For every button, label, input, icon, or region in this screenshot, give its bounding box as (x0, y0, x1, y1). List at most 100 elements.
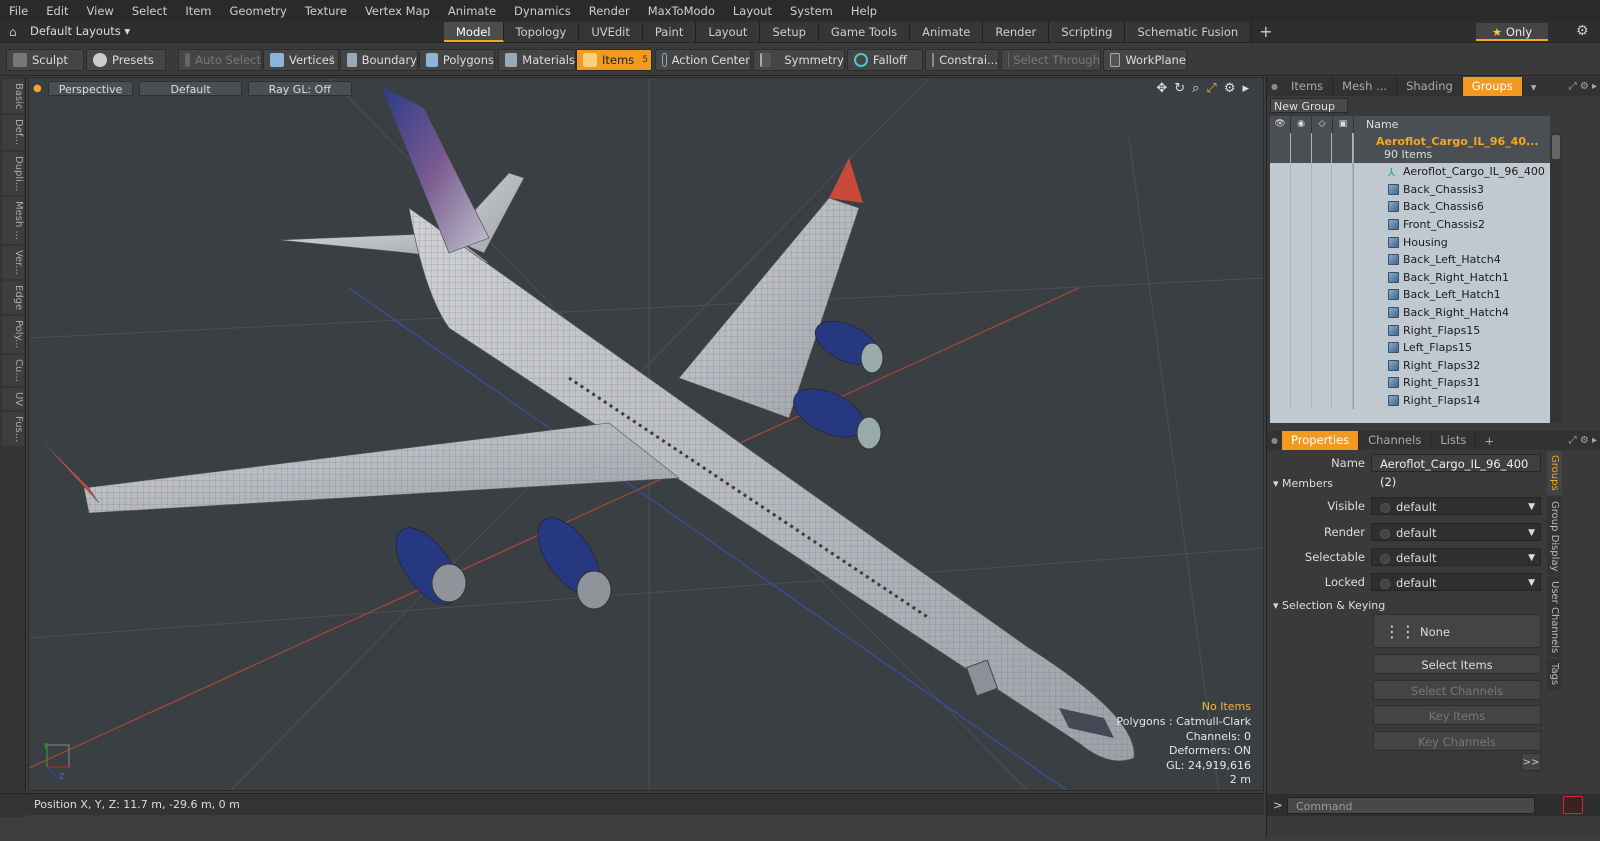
gear-icon[interactable]: ⚙ (1576, 23, 1589, 39)
shading-dropdown[interactable]: Default (139, 81, 241, 96)
side-tab-groups[interactable]: Groups (1547, 451, 1562, 495)
tree-item-row[interactable]: Front_Chassis2 (1270, 216, 1550, 234)
chevron-down-icon[interactable]: ▾ (1523, 80, 1545, 94)
none-selection-box[interactable]: ⋮⋮None (1373, 614, 1541, 648)
side-tab-tags[interactable]: Tags (1547, 659, 1562, 689)
key-items-button[interactable]: Key Items (1373, 705, 1541, 725)
selectable-dropdown[interactable]: default▼ (1371, 548, 1541, 566)
menu-item-maxtomodo[interactable]: MaxToModo (639, 4, 724, 18)
command-record-button[interactable] (1563, 796, 1583, 814)
tree-scrollbar[interactable] (1551, 133, 1561, 423)
menu-item-layout[interactable]: Layout (724, 4, 781, 18)
sculpt-button[interactable]: Sculpt (6, 49, 84, 71)
menu-item-select[interactable]: Select (123, 4, 176, 18)
left-tab-8[interactable]: UV (2, 388, 24, 410)
render-icon[interactable]: ◉ (1291, 116, 1312, 133)
tab-setup[interactable]: Setup (760, 22, 818, 42)
tree-item-row[interactable]: Back_Left_Hatch4 (1270, 251, 1550, 269)
viewport-gear-icon[interactable]: ⚙ (1224, 81, 1236, 96)
expand-button[interactable]: >> (1521, 753, 1541, 771)
visible-dropdown[interactable]: default▼ (1371, 497, 1541, 515)
polygons-button[interactable]: Polygons (419, 49, 495, 71)
workplane-button[interactable]: WorkPlane (1103, 49, 1187, 71)
menu-item-help[interactable]: Help (842, 4, 886, 18)
add-tab-icon[interactable]: + (1251, 22, 1280, 42)
items-button[interactable]: Items5 (576, 49, 652, 71)
tab-lists[interactable]: Lists (1431, 431, 1476, 450)
tree-item-row[interactable]: Back_Chassis3 (1270, 181, 1550, 199)
select-items-button[interactable]: Select Items (1373, 654, 1541, 674)
tree-item-row[interactable]: Back_Right_Hatch1 (1270, 269, 1550, 287)
tab-uvedit[interactable]: UVEdit (579, 22, 643, 42)
tab-channels[interactable]: Channels (1359, 431, 1431, 450)
presets-button[interactable]: Presets (86, 49, 166, 71)
materials-button[interactable]: Materials (498, 49, 576, 71)
raygl-toggle[interactable]: Ray GL: Off (248, 81, 352, 96)
tree-item-row[interactable]: Right_Flaps32 (1270, 357, 1550, 375)
side-tab-group-display[interactable]: Group Display (1547, 497, 1562, 575)
move-view-icon[interactable]: ✥ (1156, 81, 1167, 96)
airplane-model[interactable] (44, 86, 1134, 761)
fit-view-icon[interactable]: ⤢ (1206, 81, 1216, 96)
tree-item-row[interactable]: Right_Flaps31 (1270, 374, 1550, 392)
menu-item-system[interactable]: System (781, 4, 842, 18)
menu-item-render[interactable]: Render (580, 4, 639, 18)
tree-item-row[interactable]: Back_Left_Hatch1 (1270, 286, 1550, 304)
expand-panel-icon[interactable]: ⤢ ⚙ ▸ (1569, 435, 1600, 446)
tree-item-row[interactable]: Right_Flaps15 (1270, 321, 1550, 339)
tab-model[interactable]: Model (444, 22, 504, 42)
key-channels-button[interactable]: Key Channels (1373, 731, 1541, 751)
tree-item-row[interactable]: Left_Flaps15 (1270, 339, 1550, 357)
tree-item-row[interactable]: Back_Chassis6 (1270, 198, 1550, 216)
tab-scripting[interactable]: Scripting (1049, 22, 1125, 42)
tab-shading[interactable]: Shading (1397, 77, 1463, 96)
selection-keying-section[interactable]: ▾ Selection & Keying (1273, 599, 1385, 612)
add-tab-icon[interactable]: + (1476, 434, 1502, 448)
tab-items[interactable]: Items (1282, 77, 1333, 96)
viewport-canvas[interactable]: Y Z (29, 78, 1264, 791)
tree-item-row[interactable]: ⅄Aeroflot_Cargo_IL_96_400 (1270, 163, 1550, 181)
left-tab-1[interactable]: Def... (2, 115, 24, 149)
rotate-view-icon[interactable]: ↻ (1174, 81, 1185, 96)
tab-animate[interactable]: Animate (910, 22, 983, 42)
falloff-button[interactable]: Falloff (847, 49, 923, 71)
locked-dropdown[interactable]: default▼ (1371, 573, 1541, 591)
viewport-expand-icon[interactable]: ▸ (1242, 81, 1249, 96)
tab-layout[interactable]: Layout (696, 22, 760, 42)
3d-viewport[interactable]: Y Z ● Perspective Default Ray GL: Off ✥ … (28, 77, 1264, 791)
left-tab-2[interactable]: Dupli... (2, 152, 24, 195)
select-lock-icon[interactable]: ◇ (1312, 116, 1333, 133)
home-icon[interactable]: ⌂ (9, 25, 17, 39)
constraints-button[interactable]: Constrai... (925, 49, 999, 71)
tab-game-tools[interactable]: Game Tools (819, 22, 910, 42)
name-field[interactable]: Aeroflot_Cargo_IL_96_400 (2) (1371, 454, 1541, 472)
eye-icon[interactable]: 👁 (1270, 116, 1291, 133)
only-toggle[interactable]: ★ Only (1476, 23, 1548, 41)
zoom-view-icon[interactable]: ⌕ (1192, 81, 1199, 96)
menu-item-geometry[interactable]: Geometry (221, 4, 296, 18)
menu-item-item[interactable]: Item (176, 4, 220, 18)
new-group-button[interactable]: New Group (1270, 98, 1348, 113)
left-tab-3[interactable]: Mesh ... (2, 197, 24, 244)
tree-group-row[interactable]: Aeroflot_Cargo_IL_96_40... 90 Items (1270, 133, 1550, 163)
symmetry-button[interactable]: Symmetry (753, 49, 845, 71)
menu-item-view[interactable]: View (78, 4, 123, 18)
left-tab-4[interactable]: Ver... (2, 246, 24, 279)
lock-icon[interactable]: ▣ (1333, 116, 1354, 133)
layouts-dropdown[interactable]: Default Layouts ▾ (30, 24, 130, 38)
left-tab-6[interactable]: Poly... (2, 316, 24, 353)
tree-item-row[interactable]: Back_Right_Hatch4 (1270, 304, 1550, 322)
menu-item-vertex-map[interactable]: Vertex Map (356, 4, 439, 18)
scroll-thumb[interactable] (1552, 135, 1560, 159)
expand-panel-icon[interactable]: ⤢ ⚙ ▸ (1569, 81, 1600, 92)
menu-item-file[interactable]: File (0, 4, 37, 18)
left-tab-5[interactable]: Edge (2, 281, 24, 314)
select-through-button[interactable]: Select Through (1001, 49, 1101, 71)
tab-mesh-[interactable]: Mesh ... (1333, 77, 1397, 96)
command-input[interactable]: Command (1287, 797, 1535, 814)
tree-item-row[interactable]: Right_Flaps14 (1270, 392, 1550, 410)
left-tab-0[interactable]: Basic (2, 79, 24, 113)
render-dropdown[interactable]: default▼ (1371, 523, 1541, 541)
boundary-button[interactable]: Boundary (340, 49, 418, 71)
members-section[interactable]: ▾ Members (1273, 477, 1333, 490)
